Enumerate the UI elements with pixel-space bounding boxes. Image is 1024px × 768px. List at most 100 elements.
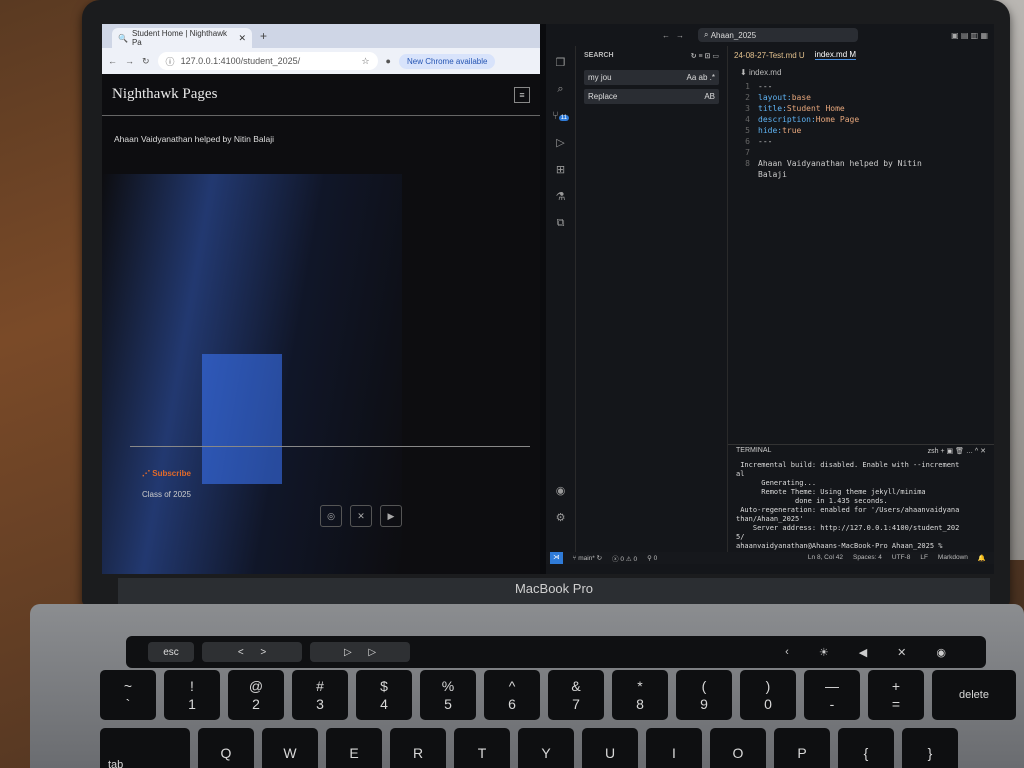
- account-icon[interactable]: ◉: [556, 484, 566, 497]
- mute-icon[interactable]: ✕: [897, 646, 906, 659]
- keyboard-key[interactable]: (9: [676, 670, 732, 720]
- keyboard-key[interactable]: ) 0: [740, 670, 796, 720]
- keyboard-key[interactable]: P: [774, 728, 830, 768]
- delete-key[interactable]: delete: [932, 670, 1016, 720]
- replace-input[interactable]: Replace AB: [584, 89, 719, 104]
- nav-back-icon[interactable]: ←: [662, 31, 670, 40]
- testing-icon[interactable]: ⚗: [556, 190, 566, 203]
- command-center[interactable]: ⌕ Ahaan_2025: [698, 28, 858, 42]
- x-icon[interactable]: ✕: [350, 505, 372, 527]
- profile-avatar[interactable]: ●: [386, 56, 391, 66]
- terminal-tab[interactable]: TERMINAL: [736, 447, 771, 455]
- github-icon[interactable]: ◎: [320, 505, 342, 527]
- terminal-line: Incremental build: disabled. Enable with…: [736, 461, 960, 469]
- touchbar-run[interactable]: ▷ ▷: [310, 642, 410, 662]
- forward-icon[interactable]: →: [125, 56, 134, 66]
- keyboard-key[interactable]: U: [582, 728, 638, 768]
- notifications-bell-icon[interactable]: 🔔: [978, 554, 986, 562]
- language-mode[interactable]: Markdown: [938, 554, 968, 562]
- search-icon[interactable]: ⌕: [557, 83, 563, 96]
- breadcrumb[interactable]: ⬇ index.md: [728, 64, 994, 81]
- code-line[interactable]: 4 description: Home Page: [732, 114, 994, 125]
- keyboard-key[interactable]: #3: [292, 670, 348, 720]
- touchbar-nav[interactable]: < >: [202, 642, 302, 662]
- keyboard-key[interactable]: * 8: [612, 670, 668, 720]
- keyboard-key[interactable]: {: [838, 728, 894, 768]
- remote-explorer-icon[interactable]: ⧉: [557, 217, 565, 230]
- layout-icons[interactable]: ▣ ▤ ▥ ▦: [951, 31, 988, 40]
- code-line[interactable]: 7: [732, 147, 994, 158]
- keyboard-key[interactable]: ~ `: [100, 670, 156, 720]
- code-line[interactable]: 5 hide: true: [732, 125, 994, 136]
- url-field[interactable]: ⓘ 127.0.0.1:4100/student_2025/ ☆: [157, 52, 378, 70]
- keyboard-key[interactable]: ^ 6: [484, 670, 540, 720]
- terminal-actions[interactable]: zsh + ▣ 🗑 … ^ ✕: [928, 447, 986, 455]
- number-row: ~ `! 1 @2 #3 $4% 5 ^ 6 & 7 * 8(9) 0— - + = delete: [100, 670, 1020, 720]
- source-control-icon[interactable]: ⑂ 11: [552, 110, 569, 122]
- code-line[interactable]: 3 title: Student Home: [732, 103, 994, 114]
- keyboard-key[interactable]: O: [710, 728, 766, 768]
- chrome-update-button[interactable]: New Chrome available: [398, 53, 496, 69]
- code-line[interactable]: Balaji: [732, 169, 994, 180]
- keyboard-key[interactable]: E: [326, 728, 382, 768]
- youtube-icon[interactable]: ▶: [380, 505, 402, 527]
- back-icon[interactable]: ←: [108, 56, 117, 66]
- terminal-panel[interactable]: TERMINAL zsh + ▣ 🗑 … ^ ✕ Incremental bui…: [728, 444, 994, 552]
- bookmark-star-icon[interactable]: ☆: [361, 56, 369, 67]
- code-line[interactable]: 8 Ahaan Vaidyanathan helped by Nitin: [732, 158, 994, 169]
- branch-indicator[interactable]: ⑂ main* ↻: [573, 554, 603, 562]
- keyboard-key[interactable]: % 5: [420, 670, 476, 720]
- reload-icon[interactable]: ↻: [142, 56, 150, 67]
- subscribe-link[interactable]: ⋰ Subscribe: [142, 469, 518, 478]
- code-editor[interactable]: 1 --- 2 layout: base 3 title: Student Home 4 de…: [728, 81, 994, 180]
- keyboard-key[interactable]: ! 1: [164, 670, 220, 720]
- problems-indicator[interactable]: ⓧ 0 ⚠ 0: [612, 553, 637, 563]
- key-label: 2: [252, 696, 260, 712]
- menu-icon[interactable]: ≡: [514, 86, 530, 103]
- indentation[interactable]: Spaces: 4: [853, 554, 882, 562]
- keyboard-key[interactable]: Y: [518, 728, 574, 768]
- cursor-position[interactable]: Ln 8, Col 42: [808, 554, 843, 562]
- touchbar-esc[interactable]: esc: [148, 642, 194, 662]
- close-icon[interactable]: ✕: [238, 33, 246, 44]
- code-line[interactable]: 1 ---: [732, 81, 994, 92]
- site-title[interactable]: Nighthawk Pages: [112, 86, 217, 103]
- keyboard-key[interactable]: I: [646, 728, 702, 768]
- keyboard-key[interactable]: $4: [356, 670, 412, 720]
- explorer-icon[interactable]: ❐: [556, 56, 566, 69]
- preserve-case-toggle[interactable]: AB: [704, 92, 715, 101]
- search-input[interactable]: my jou Aa ab .*: [584, 70, 719, 85]
- keyboard-key[interactable]: R: [390, 728, 446, 768]
- encoding[interactable]: UTF-8: [892, 554, 910, 562]
- new-tab-button[interactable]: +: [260, 29, 267, 43]
- keyboard-key[interactable]: & 7: [548, 670, 604, 720]
- eol[interactable]: LF: [920, 554, 928, 562]
- tab-index-md[interactable]: index.md M: [814, 50, 857, 60]
- nav-forward-icon[interactable]: →: [676, 31, 684, 40]
- tab-key[interactable]: tab: [100, 728, 190, 768]
- search-actions-icons[interactable]: ↻ ≡ ⊡ ▭: [691, 52, 719, 60]
- site-info-icon[interactable]: ⓘ: [166, 55, 175, 68]
- keyboard-key[interactable]: + =: [868, 670, 924, 720]
- tab-test-md[interactable]: 24-08-27-Test.md U: [734, 51, 805, 60]
- keyboard-key[interactable]: }: [902, 728, 958, 768]
- search-options[interactable]: Aa ab .*: [687, 73, 715, 82]
- keyboard-key[interactable]: Q: [198, 728, 254, 768]
- class-of-text: Class of 2025: [142, 490, 191, 499]
- siri-icon[interactable]: ◉: [936, 646, 946, 659]
- browser-tab[interactable]: 🔍 Student Home | Nighthawk Pa ✕: [112, 28, 252, 48]
- code-line[interactable]: 6 ---: [732, 136, 994, 147]
- extensions-icon[interactable]: ⊞: [556, 163, 565, 176]
- ports-indicator[interactable]: ⚲ 0: [647, 554, 657, 562]
- keyboard-key[interactable]: — -: [804, 670, 860, 720]
- keyboard-key[interactable]: @2: [228, 670, 284, 720]
- brightness-icon[interactable]: ☀: [819, 646, 829, 659]
- chevron-left-icon[interactable]: ‹: [785, 646, 789, 659]
- keyboard-key[interactable]: T: [454, 728, 510, 768]
- run-debug-icon[interactable]: ▷: [556, 136, 564, 149]
- settings-gear-icon[interactable]: ⚙: [556, 511, 566, 524]
- code-line[interactable]: 2 layout: base: [732, 92, 994, 103]
- remote-indicator-icon[interactable]: ⋊: [550, 552, 563, 564]
- keyboard-key[interactable]: W: [262, 728, 318, 768]
- volume-icon[interactable]: ◀: [859, 646, 867, 659]
